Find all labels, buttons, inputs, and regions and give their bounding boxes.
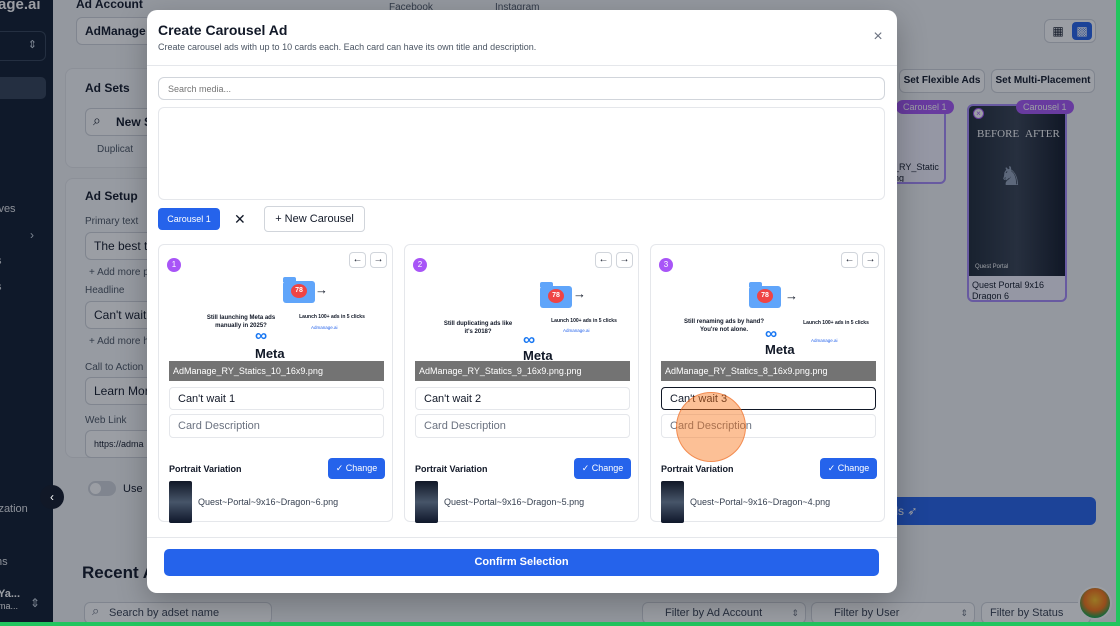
check-icon: ✓ [827, 463, 836, 473]
frame-border-bottom [0, 622, 1120, 626]
arrow-icon: → [315, 282, 328, 297]
portrait-variation-label: Portrait Variation [169, 464, 242, 474]
card-preview-image: 78 → Still duplicating ads like it's 201… [415, 276, 630, 363]
new-carousel-button[interactable]: + New Carousel [264, 206, 365, 232]
carousel-card-2: 2 ← → 78 → Still duplicating ads like it… [404, 244, 639, 523]
carousel-card-1: 1 ← → 78 → Still launching Meta ads manu… [158, 244, 393, 523]
meta-wordmark: Meta [255, 346, 285, 361]
carousel-card-3: 3 ← → 78 → Still renaming ads by hand? Y… [650, 244, 885, 523]
folder-badge: 78 [291, 284, 307, 298]
preview-tagline: Launch 100+ ads in 5 clicks [299, 314, 365, 320]
change-label: Change [837, 463, 870, 473]
move-right-icon[interactable]: → [616, 252, 633, 268]
preview-headline: Still launching Meta ads manually in 202… [206, 315, 276, 329]
card-title-input[interactable] [415, 387, 630, 410]
card-description-input[interactable] [415, 414, 630, 438]
portrait-variation-label: Portrait Variation [661, 464, 734, 474]
collapse-sidebar-button[interactable]: ‹ [40, 485, 64, 509]
portrait-file-name: Quest~Portal~9x16~Dragon~5.png [444, 497, 585, 507]
preview-brand: Admanage.ai [811, 338, 838, 343]
meta-logo-icon: ∞ [523, 330, 535, 349]
portrait-file-name: Quest~Portal~9x16~Dragon~6.png [198, 497, 339, 507]
close-icon[interactable]: × [870, 29, 886, 45]
preview-headline: Still renaming ads by hand? You're not a… [683, 319, 764, 333]
portrait-variation-label: Portrait Variation [415, 464, 488, 474]
divider [147, 537, 897, 538]
card-title-input[interactable] [661, 387, 876, 410]
divider [147, 65, 897, 66]
remove-carousel-icon[interactable]: ✕ [234, 211, 246, 227]
preview-brand: Admanage.ai [563, 328, 590, 333]
card-description-input[interactable] [169, 414, 384, 438]
card-file-name: AdManage_RY_Statics_9_16x9.png.png [415, 361, 630, 381]
change-button[interactable]: ✓ Change [328, 458, 385, 479]
preview-tagline: Launch 100+ ads in 5 clicks [551, 318, 617, 324]
change-label: Change [345, 463, 378, 473]
preview-brand: Admanage.ai [311, 325, 338, 330]
change-button[interactable]: ✓ Change [574, 458, 631, 479]
arrow-icon: → [573, 286, 586, 301]
card-number: 1 [167, 258, 181, 272]
folder-icon: 78 [540, 282, 572, 308]
tab-carousel-1[interactable]: Carousel 1 [158, 208, 220, 230]
card-preview-image: 78 → Still renaming ads by hand? You're … [661, 276, 876, 361]
meta-logo-icon: ∞ [255, 326, 267, 345]
confirm-selection-button[interactable]: Confirm Selection [164, 549, 879, 576]
move-right-icon[interactable]: → [862, 252, 879, 268]
arrow-icon: → [785, 288, 798, 303]
frame-border-right [1116, 0, 1120, 626]
folder-badge: 78 [548, 289, 564, 303]
card-title-input[interactable] [169, 387, 384, 410]
folder-badge: 78 [757, 289, 773, 303]
move-left-icon[interactable]: ← [595, 252, 612, 268]
card-number: 2 [413, 258, 427, 272]
media-grid [158, 107, 885, 200]
meta-wordmark: Meta [765, 342, 795, 357]
preview-tagline: Launch 100+ ads in 5 clicks [803, 320, 869, 326]
meta-logo-icon: ∞ [765, 324, 777, 343]
move-left-icon[interactable]: ← [349, 252, 366, 268]
card-file-name: AdManage_RY_Statics_10_16x9.png [169, 361, 384, 381]
card-number: 3 [659, 258, 673, 272]
create-carousel-modal: Create Carousel Ad Create carousel ads w… [147, 10, 897, 593]
move-right-icon[interactable]: → [370, 252, 387, 268]
change-label: Change [591, 463, 624, 473]
card-description-input[interactable] [661, 414, 876, 438]
modal-subtitle: Create carousel ads with up to 10 cards … [158, 42, 537, 52]
check-icon: ✓ [335, 463, 344, 473]
folder-icon: 78 [283, 277, 315, 303]
search-media-input[interactable] [158, 77, 885, 100]
portrait-thumbnail [661, 481, 684, 523]
card-file-name: AdManage_RY_Statics_8_16x9.png.png [661, 361, 876, 381]
card-preview-image: 78 → Still launching Meta ads manually i… [169, 276, 384, 361]
check-icon: ✓ [581, 463, 590, 473]
portrait-thumbnail [169, 481, 192, 523]
move-left-icon[interactable]: ← [841, 252, 858, 268]
portrait-thumbnail [415, 481, 438, 523]
portrait-file-name: Quest~Portal~9x16~Dragon~4.png [690, 497, 831, 507]
folder-icon: 78 [749, 282, 781, 308]
change-button[interactable]: ✓ Change [820, 458, 877, 479]
preview-headline: Still duplicating ads like it's 2018? [443, 321, 513, 335]
modal-title: Create Carousel Ad [158, 22, 288, 38]
